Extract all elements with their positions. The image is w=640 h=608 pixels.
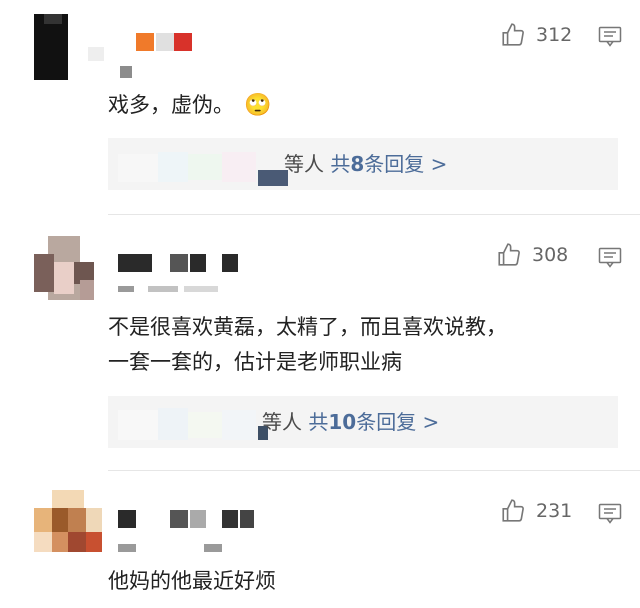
comment-text: 戏多，虚伪。 🙄 bbox=[108, 88, 271, 123]
replies-prefix: 等人 bbox=[284, 152, 324, 176]
like-count: 312 bbox=[536, 24, 573, 46]
replies-prefix: 等人 bbox=[262, 410, 302, 434]
comment-icon bbox=[598, 26, 622, 47]
like-button[interactable]: 231 bbox=[500, 498, 572, 524]
thumbs-up-icon bbox=[502, 23, 524, 46]
replies-count-suffix: 条回复 > bbox=[364, 152, 448, 176]
username-redacted[interactable] bbox=[88, 33, 198, 61]
avatar[interactable] bbox=[34, 490, 102, 552]
reply-button[interactable] bbox=[598, 247, 622, 273]
replier-names-redacted bbox=[118, 144, 288, 186]
timestamp-redacted bbox=[118, 286, 228, 298]
replies-summary-text: 等人 共8条回复 > bbox=[284, 138, 447, 190]
username-redacted[interactable] bbox=[118, 254, 248, 272]
replies-summary-text: 等人 共10条回复 > bbox=[262, 396, 439, 448]
like-count: 231 bbox=[536, 500, 573, 522]
comment-text-line: 一套一套的，估计是老师职业病 bbox=[108, 350, 402, 374]
comment-text: 他妈的他最近好烦 bbox=[108, 564, 276, 599]
thinking-emoji: 🙄 bbox=[244, 93, 272, 118]
like-button[interactable]: 312 bbox=[500, 22, 572, 48]
divider bbox=[108, 470, 640, 471]
reply-button[interactable] bbox=[598, 26, 622, 52]
avatar[interactable] bbox=[34, 236, 100, 300]
replies-summary[interactable]: 等人 共10条回复 > bbox=[108, 396, 618, 448]
comment-icon bbox=[598, 503, 622, 524]
replies-count: 8 bbox=[350, 152, 365, 176]
timestamp-redacted bbox=[118, 544, 228, 556]
comment-text-line: 他妈的他最近好烦 bbox=[108, 569, 276, 593]
username-redacted[interactable] bbox=[118, 510, 278, 528]
reply-button[interactable] bbox=[598, 503, 622, 529]
like-count: 308 bbox=[532, 244, 569, 266]
replies-count-suffix: 条回复 > bbox=[356, 410, 440, 434]
comment-text-line: 不是很喜欢黄磊，太精了，而且喜欢说教， bbox=[108, 315, 507, 339]
divider bbox=[108, 214, 640, 215]
thumbs-up-icon bbox=[498, 243, 520, 266]
comment-text: 不是很喜欢黄磊，太精了，而且喜欢说教， 一套一套的，估计是老师职业病 bbox=[108, 310, 507, 380]
replies-summary[interactable]: 等人 共8条回复 > bbox=[108, 138, 618, 190]
timestamp-redacted bbox=[120, 66, 140, 78]
avatar[interactable] bbox=[34, 14, 84, 80]
comment-text-line: 戏多，虚伪。 bbox=[108, 93, 234, 117]
replies-link[interactable]: 共8条回复 > bbox=[330, 152, 447, 176]
replies-count: 10 bbox=[328, 410, 357, 434]
replies-count-prefix: 共 bbox=[308, 410, 329, 434]
like-button[interactable]: 308 bbox=[496, 242, 568, 268]
comment-icon bbox=[598, 247, 622, 268]
replies-link[interactable]: 共10条回复 > bbox=[308, 410, 439, 434]
replies-count-prefix: 共 bbox=[330, 152, 351, 176]
thumbs-up-icon bbox=[502, 499, 524, 522]
